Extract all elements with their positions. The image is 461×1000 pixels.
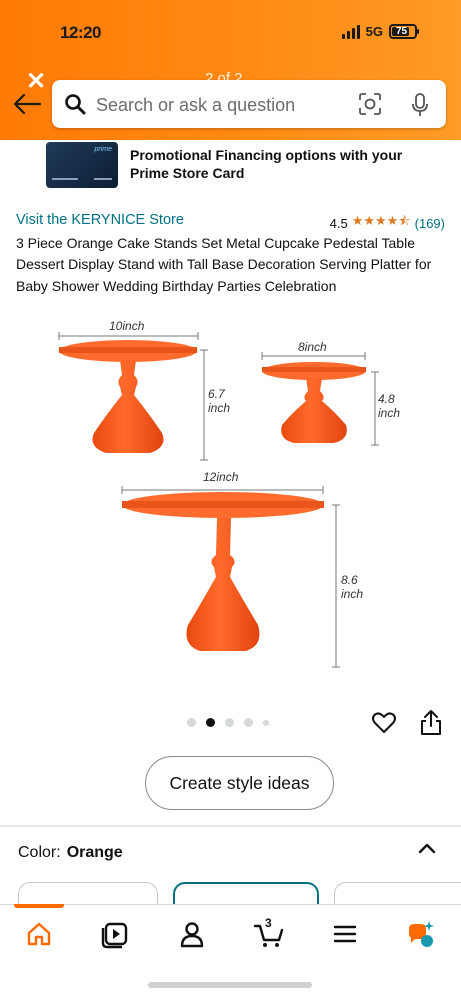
card-prime-label: prime <box>94 146 112 153</box>
cart-count: 3 <box>265 916 272 930</box>
home-indicator[interactable] <box>148 982 312 988</box>
status-bar-right: 5G 75 <box>341 24 419 39</box>
carousel-dot[interactable] <box>225 718 234 727</box>
color-value: Orange <box>66 844 123 861</box>
header: 12:20 5G 75 ✕ 2 of 2 Search or ask a que… <box>0 0 461 140</box>
star-rating-icon: ★★★★⯪ <box>351 213 411 228</box>
dim-stand3-height: 8.6 inch <box>341 573 364 601</box>
camera-lens-icon[interactable] <box>358 92 382 116</box>
home-icon[interactable] <box>22 917 56 951</box>
carousel-dot-active[interactable] <box>206 718 215 727</box>
section-divider <box>0 825 461 827</box>
dim-stand1-height: 6.7 inch <box>208 387 231 415</box>
rating-value: 4.5 <box>329 215 348 231</box>
active-tab-indicator <box>14 904 64 908</box>
dim-stand3-width: 12inch <box>203 470 239 484</box>
color-label: Color: <box>18 844 61 861</box>
carousel-dot[interactable] <box>187 718 196 727</box>
rating-summary[interactable]: 4.5 ★★★★⯪ (169) <box>330 212 445 234</box>
review-count[interactable]: (169) <box>415 216 445 231</box>
back-arrow-icon[interactable] <box>12 92 42 116</box>
store-card-image: prime <box>46 142 118 188</box>
promo-text[interactable]: Promotional Financing options with your … <box>130 146 430 182</box>
color-selector-label: Color: Orange <box>18 844 123 862</box>
video-icon[interactable] <box>98 917 132 951</box>
search-input[interactable]: Search or ask a question <box>96 95 295 116</box>
promo-banner[interactable]: prime Promotional Financing options with… <box>0 140 461 192</box>
image-carousel-dots[interactable] <box>187 718 269 727</box>
cake-stands-illustration <box>58 332 379 668</box>
battery-icon: 75 <box>389 24 419 39</box>
stand-8inch <box>262 362 366 443</box>
search-icon <box>65 94 86 115</box>
stand-10inch <box>59 340 197 453</box>
heart-icon[interactable] <box>371 710 397 736</box>
search-bar[interactable]: Search or ask a question <box>52 80 446 128</box>
product-image[interactable]: 10inch 6.7 inch 8inch 4.8 inch 12inch 8.… <box>0 315 461 705</box>
carousel-dot[interactable] <box>263 719 269 726</box>
dim-stand2-height: 4.8 inch <box>378 392 401 420</box>
carousel-dot[interactable] <box>244 718 253 727</box>
status-time: 12:20 <box>60 23 101 42</box>
rufus-icon[interactable] <box>405 917 439 951</box>
stand-12inch <box>122 492 324 651</box>
create-style-ideas-button[interactable]: Create style ideas <box>145 756 334 810</box>
close-icon[interactable]: ✕ <box>26 70 46 94</box>
menu-icon[interactable] <box>328 917 362 951</box>
share-icon[interactable] <box>419 708 443 736</box>
microphone-icon[interactable] <box>410 92 430 118</box>
chevron-up-icon[interactable] <box>416 838 438 858</box>
dim-stand1-width: 10inch <box>109 319 145 333</box>
dim-stand2-width: 8inch <box>298 340 327 354</box>
signal-icon <box>341 24 360 39</box>
battery-level: 75 <box>395 26 408 37</box>
product-title: 3 Piece Orange Cake Stands Set Metal Cup… <box>16 235 432 294</box>
store-link[interactable]: Visit the KERYNICE Store <box>16 212 184 228</box>
account-icon[interactable] <box>175 917 209 951</box>
network-label: 5G <box>365 24 383 39</box>
